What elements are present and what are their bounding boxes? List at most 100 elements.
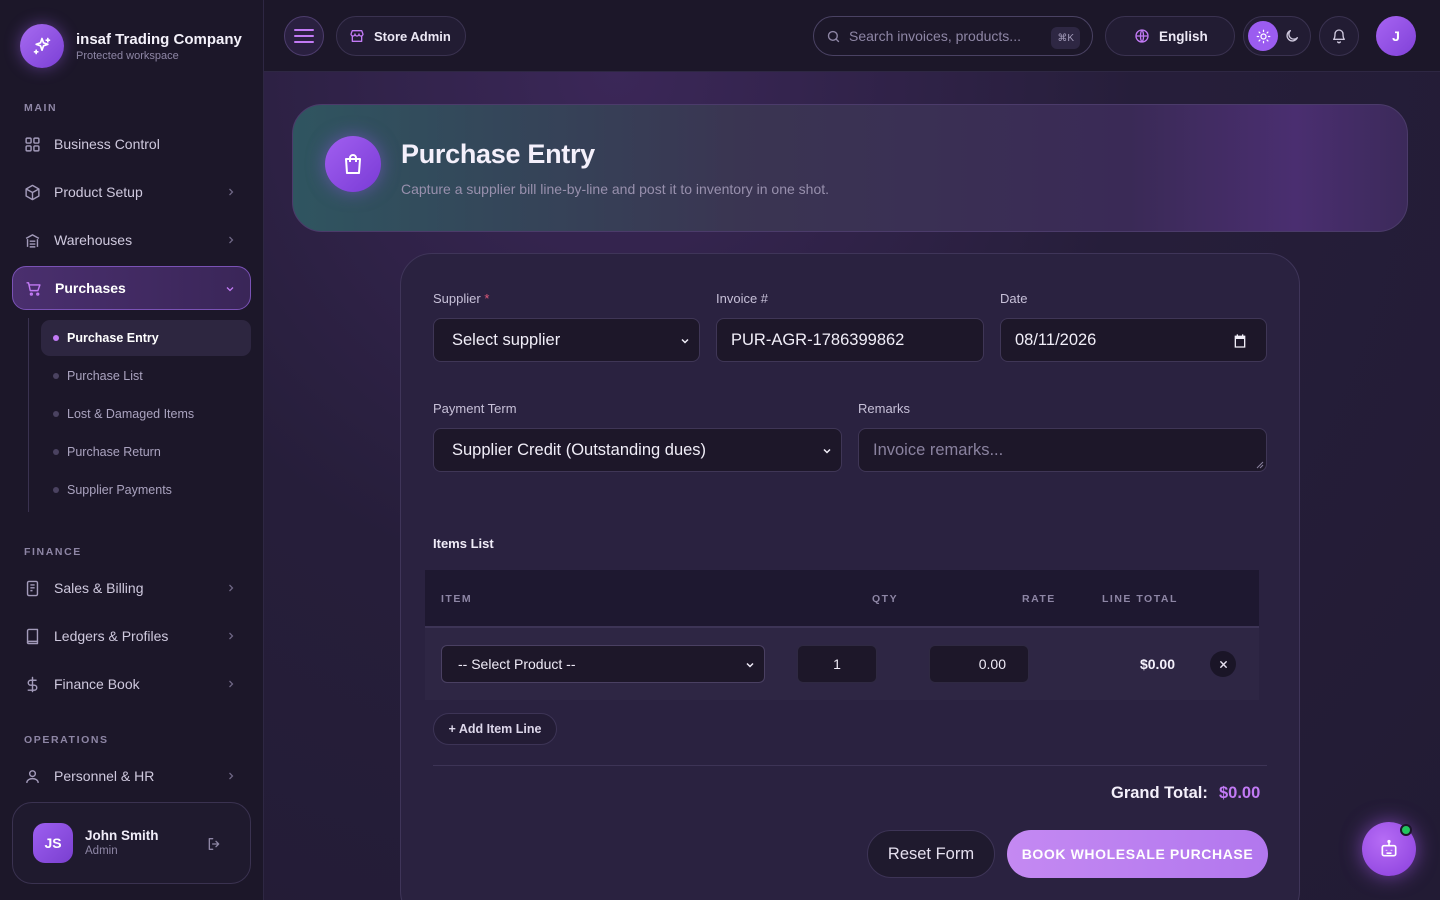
bullet-dot — [53, 449, 59, 455]
user-card[interactable]: JS John Smith Admin — [12, 802, 251, 884]
payment-term-select[interactable]: Supplier Credit (Outstanding dues) — [433, 428, 842, 472]
sidebar-item-personnel-hr[interactable]: Personnel & HR — [12, 754, 251, 798]
sparkle-icon — [20, 24, 64, 68]
sidebar-subitem-label: Supplier Payments — [67, 483, 172, 497]
rate-input[interactable]: 0.00 — [929, 645, 1029, 683]
calendar-icon[interactable] — [1232, 333, 1248, 349]
chevron-down-icon — [224, 283, 236, 295]
sidebar-subitem-purchase-return[interactable]: Purchase Return — [41, 434, 251, 470]
warehouse-icon — [24, 232, 41, 249]
close-icon — [1219, 660, 1228, 669]
section-label-main: MAIN — [24, 102, 58, 114]
topbar: Store Admin ⌘K English J — [264, 0, 1440, 72]
receipt-icon — [24, 580, 41, 597]
bullet-dot — [53, 487, 59, 493]
invoice-input[interactable]: PUR-AGR-1786399862 — [716, 318, 984, 362]
search-bar[interactable]: ⌘K — [813, 16, 1093, 56]
table-row: -- Select Product -- 1 0.00 $0.00 — [425, 628, 1259, 700]
line-total: $0.00 — [1139, 656, 1175, 672]
reset-form-button[interactable]: Reset Form — [867, 830, 995, 878]
hamburger-icon — [294, 28, 314, 44]
bell-icon — [1331, 28, 1347, 44]
product-select[interactable]: -- Select Product -- — [441, 645, 765, 683]
chevron-down-icon — [744, 659, 756, 671]
sidebar-item-label: Warehouses — [54, 232, 133, 248]
chevron-right-icon — [225, 186, 237, 198]
remarks-textarea[interactable]: Invoice remarks... — [858, 428, 1267, 472]
page-subtitle: Capture a supplier bill line-by-line and… — [401, 181, 830, 197]
cart-icon — [25, 280, 42, 297]
sidebar-item-label: Product Setup — [54, 184, 143, 200]
assistant-button[interactable] — [1362, 822, 1416, 876]
items-table-header: ITEM QTY RATE LINE TOTAL — [425, 570, 1259, 628]
sidebar-item-business-control[interactable]: Business Control — [12, 122, 251, 166]
box-icon — [24, 184, 41, 201]
grand-total-value: $0.00 — [1219, 784, 1261, 802]
chevron-right-icon — [225, 678, 237, 690]
column-header-qty: QTY — [872, 593, 899, 605]
sidebar-item-label: Finance Book — [54, 676, 140, 692]
submenu-rail — [28, 318, 29, 512]
date-input[interactable]: 08/11/2026 — [1000, 318, 1267, 362]
date-input-value: 08/11/2026 — [1015, 330, 1097, 349]
sidebar-subitem-purchase-entry[interactable]: Purchase Entry — [41, 320, 251, 356]
required-mark: * — [484, 291, 490, 306]
chevron-right-icon — [225, 234, 237, 246]
brand[interactable]: insaf Trading Company Protected workspac… — [20, 24, 242, 68]
book-icon — [24, 628, 41, 645]
invoice-input-value: PUR-AGR-1786399862 — [731, 330, 905, 349]
sidebar-item-label: Personnel & HR — [54, 768, 155, 784]
dollar-icon — [24, 676, 41, 693]
user-name: John Smith — [85, 828, 159, 843]
remarks-label: Remarks — [858, 401, 911, 416]
sidebar-item-warehouses[interactable]: Warehouses — [12, 218, 251, 262]
sidebar-item-product-setup[interactable]: Product Setup — [12, 170, 251, 214]
supplier-label: Supplier * — [433, 291, 489, 306]
search-shortcut: ⌘K — [1051, 27, 1080, 49]
store-label: Store Admin — [374, 28, 451, 44]
chevron-right-icon — [225, 770, 237, 782]
theme-toggle[interactable] — [1243, 16, 1311, 56]
search-input[interactable] — [849, 28, 1039, 44]
language-switcher[interactable]: English — [1105, 16, 1235, 56]
section-label-operations: OPERATIONS — [24, 734, 109, 746]
store-switcher[interactable]: Store Admin — [336, 16, 466, 56]
shopping-bag-icon — [325, 136, 381, 192]
resize-handle-icon[interactable] — [1256, 461, 1264, 469]
main-content: Purchase Entry Capture a supplier bill l… — [264, 72, 1440, 900]
sidebar-subitem-lost-damaged[interactable]: Lost & Damaged Items — [41, 396, 251, 432]
moon-icon[interactable] — [1284, 28, 1300, 44]
robot-icon — [1379, 839, 1399, 859]
sidebar-subitem-label: Purchase List — [67, 369, 143, 383]
items-list-title: Items List — [433, 536, 494, 551]
column-header-line-total: LINE TOTAL — [1102, 593, 1178, 605]
sidebar-item-label: Sales & Billing — [54, 580, 144, 596]
logout-icon[interactable] — [205, 836, 223, 852]
section-label-finance: FINANCE — [24, 546, 82, 558]
notifications-button[interactable] — [1319, 16, 1359, 56]
sidebar-item-finance-book[interactable]: Finance Book — [12, 662, 251, 706]
sidebar-subitem-label: Purchase Return — [67, 445, 161, 459]
language-label: English — [1159, 28, 1208, 44]
sidebar-subitem-supplier-payments[interactable]: Supplier Payments — [41, 472, 251, 508]
grand-total-label: Grand Total: — [1111, 784, 1208, 802]
sidebar-item-sales-billing[interactable]: Sales & Billing — [12, 566, 251, 610]
supplier-select[interactable]: Select supplier — [433, 318, 700, 362]
add-item-line-button[interactable]: + Add Item Line — [433, 713, 557, 745]
payment-term-value: Supplier Credit (Outstanding dues) — [452, 440, 707, 459]
sidebar-subitem-purchase-list[interactable]: Purchase List — [41, 358, 251, 394]
grid-icon — [24, 136, 41, 153]
profile-button[interactable]: J — [1376, 16, 1416, 56]
chevron-right-icon — [225, 630, 237, 642]
sidebar-item-ledgers-profiles[interactable]: Ledgers & Profiles — [12, 614, 251, 658]
brand-name: insaf Trading Company — [76, 30, 242, 48]
sidebar-item-purchases[interactable]: Purchases — [12, 266, 251, 310]
sun-icon[interactable] — [1248, 21, 1278, 51]
remarks-placeholder: Invoice remarks... — [873, 440, 1004, 459]
remove-line-button[interactable] — [1210, 651, 1236, 677]
book-purchase-button[interactable]: BOOK WHOLESALE PURCHASE — [1007, 830, 1268, 878]
chevron-right-icon — [225, 582, 237, 594]
globe-icon — [1134, 28, 1150, 44]
menu-button[interactable] — [284, 16, 324, 56]
quantity-input[interactable]: 1 — [797, 645, 877, 683]
